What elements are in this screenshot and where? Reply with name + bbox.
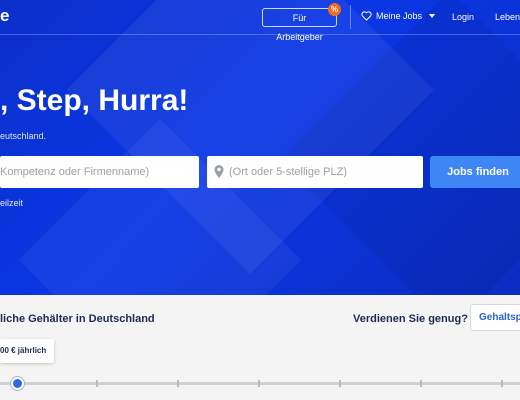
- slider-tick: [258, 380, 260, 387]
- heart-icon: [361, 11, 372, 21]
- page-subline: eutschland.: [0, 131, 47, 141]
- page-headline: , Step, Hurra!: [0, 84, 189, 117]
- salary-slider-thumb[interactable]: [11, 377, 24, 390]
- promo-badge: %: [328, 3, 341, 16]
- slider-tick: [96, 380, 98, 387]
- my-jobs-menu[interactable]: Meine Jobs: [361, 11, 436, 21]
- location-pin-icon: [214, 165, 224, 178]
- slider-tick: [420, 380, 422, 387]
- where-search-input[interactable]: (Ort oder 5-stellige PLZ): [207, 156, 423, 188]
- where-placeholder: (Ort oder 5-stellige PLZ): [229, 166, 347, 178]
- login-link[interactable]: Login: [452, 12, 474, 22]
- salary-section: liche Gehälter in Deutschland Verdienen …: [0, 295, 520, 400]
- find-jobs-button[interactable]: Jobs finden: [430, 156, 520, 188]
- earn-enough-heading: Verdienen Sie genug?: [353, 313, 468, 325]
- slider-tick: [339, 380, 341, 387]
- employer-button[interactable]: Für Arbeitgeber: [262, 8, 337, 42]
- chevron-down-icon: [429, 14, 436, 18]
- what-placeholder: Kompetenz oder Firmenname): [0, 166, 150, 178]
- what-search-input[interactable]: Kompetenz oder Firmenname): [0, 156, 199, 188]
- salary-title: liche Gehälter in Deutschland: [0, 313, 155, 325]
- hero-banner: e Für Arbeitgeber % Meine Jobs Login Leb…: [0, 0, 520, 295]
- salary-tooltip: 00 € jährlich: [0, 339, 54, 363]
- parttime-link[interactable]: eilzeit: [0, 198, 23, 208]
- slider-tick: [177, 380, 179, 387]
- my-jobs-label: Meine Jobs: [376, 11, 423, 21]
- cv-link[interactable]: Lebens: [495, 12, 520, 22]
- salary-check-button[interactable]: Gehaltspl: [470, 304, 520, 331]
- slider-tick: [501, 380, 503, 387]
- salary-slider-track[interactable]: [0, 380, 520, 387]
- nav-divider: [350, 5, 351, 29]
- top-navbar: e Für Arbeitgeber % Meine Jobs Login Leb…: [0, 0, 520, 42]
- site-logo[interactable]: e: [0, 6, 9, 26]
